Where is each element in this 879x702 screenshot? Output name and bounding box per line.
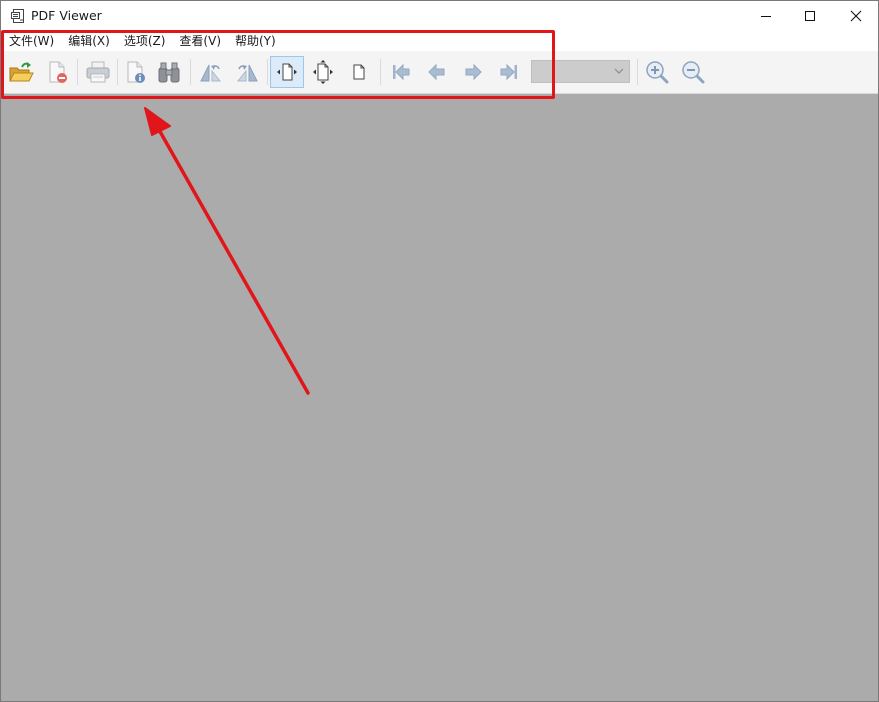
last-page-button[interactable] [492,56,526,88]
rotate-right-button[interactable] [230,56,264,88]
first-page-button[interactable] [384,56,418,88]
toolbar-separator [77,59,78,85]
menu-help[interactable]: 帮助(Y) [228,31,283,51]
rotate-right-icon [236,64,258,82]
close-document-button[interactable] [40,56,74,88]
menu-edit[interactable]: 编辑(X) [61,31,117,51]
pdf-viewer-window: PDF Viewer 文件(W) 编辑(X) 选项(Z) 查看(V) 帮助(Y) [0,0,879,702]
fit-page-button[interactable] [306,56,340,88]
chevron-down-icon [614,68,624,74]
actual-size-button[interactable] [342,56,376,88]
find-button[interactable] [152,56,186,88]
rotate-left-icon [200,64,222,82]
zoom-in-button[interactable] [640,56,674,88]
close-button[interactable] [833,1,878,31]
next-page-button[interactable] [456,56,490,88]
open-folder-icon [9,62,34,82]
rotate-left-button[interactable] [194,56,228,88]
previous-page-button[interactable] [420,56,454,88]
print-icon [86,61,110,83]
window-title: PDF Viewer [31,8,102,23]
document-properties-icon [127,61,145,83]
first-page-icon [393,63,410,81]
menu-view[interactable]: 查看(V) [172,31,228,51]
title-bar: PDF Viewer [1,1,878,31]
maximize-icon [805,11,815,21]
close-document-icon [49,61,67,83]
document-properties-button[interactable] [118,56,152,88]
zoom-out-button[interactable] [676,56,710,88]
fit-width-icon [277,63,297,81]
maximize-button[interactable] [787,1,833,31]
fit-width-button[interactable] [270,56,304,88]
open-button[interactable] [4,56,38,88]
pdf-app-icon [11,9,24,23]
toolbar-separator [380,59,381,85]
menu-bar: 文件(W) 编辑(X) 选项(Z) 查看(V) 帮助(Y) [1,31,878,51]
previous-page-icon [428,63,445,81]
zoom-out-icon [682,61,705,84]
document-view-area[interactable] [1,94,878,701]
page-number-select[interactable] [531,60,630,83]
toolbar [1,51,878,94]
binoculars-icon [158,62,180,83]
minimize-icon [761,16,771,17]
close-icon [850,10,862,22]
toolbar-separator [190,59,191,85]
minimize-button[interactable] [743,1,789,31]
menu-file[interactable]: 文件(W) [1,31,61,51]
print-button[interactable] [81,56,115,88]
next-page-icon [465,63,482,81]
toolbar-separator [637,59,638,85]
menu-options[interactable]: 选项(Z) [117,31,173,51]
last-page-icon [500,63,517,81]
actual-size-icon [353,64,365,80]
toolbar-separator [267,59,268,85]
zoom-in-icon [646,61,669,84]
fit-page-icon [313,60,333,84]
